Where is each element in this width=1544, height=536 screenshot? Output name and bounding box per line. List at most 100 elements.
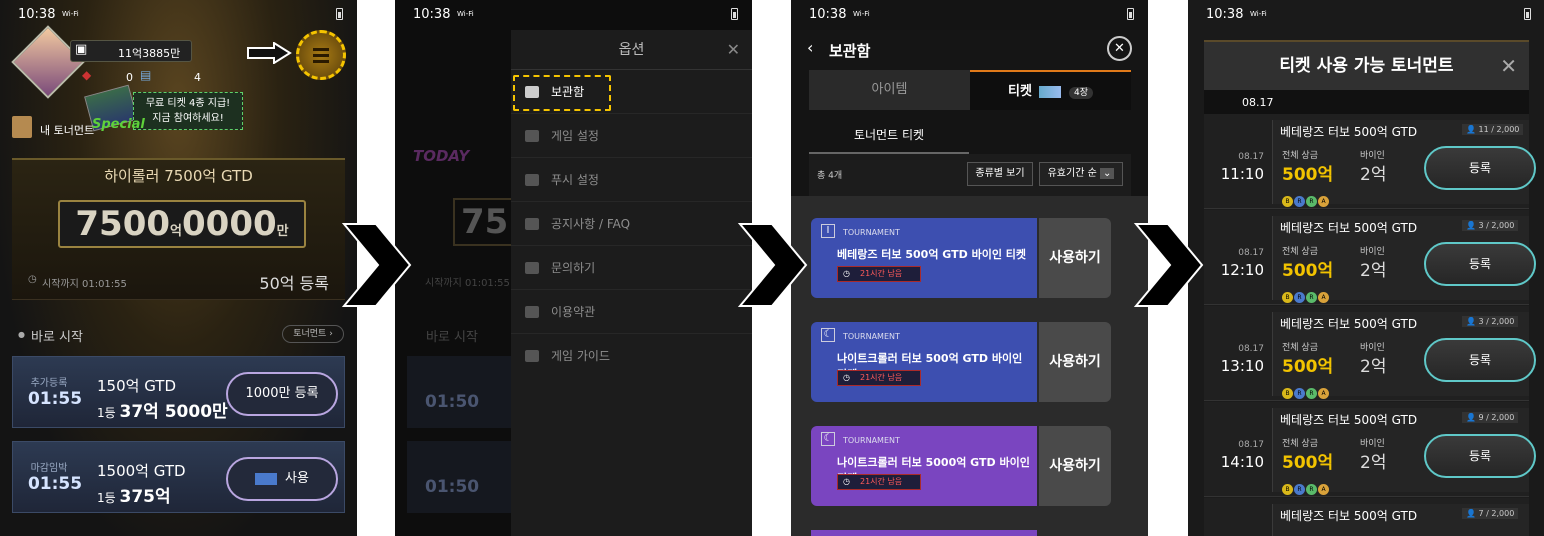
row-date: 08.17 — [1238, 440, 1264, 450]
option-push-settings[interactable]: 푸시 설정 — [511, 158, 752, 202]
moon-icon: ☾ — [821, 432, 835, 446]
wifi-label: Wi-Fi — [62, 10, 79, 18]
badge-icon: R — [1306, 196, 1317, 207]
card1-first-pre: 1등 — [97, 406, 116, 420]
moon-icon: ☾ — [821, 328, 835, 342]
chevron-right-icon — [341, 223, 412, 307]
entry-button[interactable]: 50억 등록 — [259, 270, 329, 294]
use-ticket-button[interactable]: 사용하기 — [1039, 426, 1111, 506]
status-time: 10:38 — [18, 7, 56, 22]
buyin-value: 2억 — [1360, 165, 1387, 185]
register-button[interactable]: 등록 — [1424, 434, 1536, 478]
card1-time: 01:55 — [27, 389, 83, 409]
battery-icon — [1524, 8, 1531, 20]
option-inquiry[interactable]: 문의하기 — [511, 246, 752, 290]
options-header: 옵션 ✕ — [511, 30, 752, 70]
row-name: 베테랑즈 터보 500억 GTD — [1280, 413, 1418, 427]
bg-quick-start: 바로 시작 — [426, 330, 478, 345]
player-count-text: 3 / 2,000 — [1478, 221, 1515, 230]
player-count-text: 11 / 2,000 — [1478, 125, 1520, 134]
option-notice-faq[interactable]: 공지사항 / FAQ — [511, 202, 752, 246]
card1-status: 추가등록 — [30, 378, 68, 389]
close-icon[interactable]: ✕ — [1107, 36, 1132, 61]
tournament-link-label: 토너먼트 — [293, 329, 327, 339]
money-value: 11억3885만 — [118, 47, 181, 60]
badge-icon: B — [1282, 388, 1293, 399]
card1-register-button[interactable]: 1000만 등록 — [226, 372, 338, 416]
tab-tickets[interactable]: 티켓 4장 — [970, 70, 1131, 110]
avatar[interactable] — [11, 25, 85, 99]
badges: BRRA — [1282, 284, 1330, 303]
quick-card-2[interactable]: 마감임박 01:55 1500억 GTD 1등 375억 사용 — [12, 441, 345, 513]
row-name: 베테랑즈 터보 500억 GTD — [1280, 125, 1418, 139]
tournament-icon: I — [821, 224, 835, 238]
battery-icon — [1127, 8, 1134, 20]
menu-button[interactable] — [296, 30, 346, 80]
megaphone-icon — [525, 218, 539, 230]
back-icon[interactable]: ‹ — [807, 38, 813, 57]
option-label: 문의하기 — [551, 261, 596, 275]
use-ticket-button[interactable]: 사용하기 — [1039, 218, 1111, 298]
close-icon[interactable]: ✕ — [727, 30, 740, 70]
player-count-text: 9 / 2,000 — [1478, 413, 1515, 422]
tournament-row[interactable]: 08.17 11:10 베테랑즈 터보 500억 GTD 👤 11 / 2,00… — [1204, 114, 1536, 209]
badge-icon: R — [1294, 388, 1305, 399]
close-icon[interactable]: ✕ — [1500, 42, 1517, 90]
badge-icon: A — [1318, 484, 1329, 495]
card2-gtd: 1500억 GTD — [97, 462, 186, 480]
status-time: 10:38 — [809, 7, 847, 22]
featured-tournament-card[interactable]: 하이롤러 7500억 GTD 7500억0000만 ◷ 시작까지 01:01:5… — [12, 158, 345, 300]
option-terms[interactable]: 이용약관 — [511, 290, 752, 334]
row-name: 베테랑즈 터보 500억 GTD — [1280, 509, 1418, 523]
my-tournament-label[interactable]: 내 토너먼트 — [40, 122, 94, 138]
ticket-item-2[interactable]: ☾ TOURNAMENT 나이트크롤러 터보 500억 GTD 바이인 티켓 2… — [811, 322, 1111, 402]
count-b: 4 — [194, 71, 201, 84]
chevron-down-icon: ⌄ — [1099, 168, 1115, 179]
ticket-item-1[interactable]: I TOURNAMENT 베테랑즈 터보 500억 GTD 바이인 티켓 21시… — [811, 218, 1111, 298]
gear-icon — [525, 130, 539, 142]
ticket-type: TOURNAMENT — [843, 228, 900, 237]
view-by-type-button[interactable]: 종류별 보기 — [967, 162, 1033, 186]
unit-b: 만 — [276, 224, 289, 239]
option-storage[interactable]: 보관함 — [511, 70, 752, 114]
panel-title: 티켓 사용 가능 토너먼트 — [1279, 56, 1454, 76]
row-date: 08.17 — [1238, 344, 1264, 354]
option-label: 게임 가이드 — [551, 349, 611, 363]
tab-items[interactable]: 아이템 — [809, 70, 970, 110]
option-label: 이용약관 — [551, 305, 596, 319]
tournament-row[interactable]: 08.17 13:10 베테랑즈 터보 500억 GTD 👤 3 / 2,000… — [1204, 306, 1536, 401]
option-game-settings[interactable]: 게임 설정 — [511, 114, 752, 158]
sort-select[interactable]: 유효기간 순 ⌄ — [1039, 162, 1123, 186]
clock-icon: ◷ — [843, 477, 850, 486]
sort-label: 유효기간 순 — [1047, 168, 1097, 179]
card2-use-button[interactable]: 사용 — [226, 457, 338, 501]
bullet-icon: ● — [18, 330, 25, 339]
tournament-row[interactable]: 08.17 14:10 베테랑즈 터보 500억 GTD 👤 9 / 2,000… — [1204, 402, 1536, 497]
storage-tabs: 아이템 티켓 4장 — [809, 70, 1131, 110]
tournament-row[interactable]: 08.17 12:10 베테랑즈 터보 500억 GTD 👤 3 / 2,000… — [1204, 210, 1536, 305]
quick-card-1[interactable]: 추가등록 01:55 150억 GTD 1등 37억 5000만 1000만 등… — [12, 356, 345, 428]
tournament-link-button[interactable]: 토너먼트 › — [282, 325, 344, 343]
filter-bar: 총 4개 종류별 보기 유효기간 순 ⌄ — [809, 154, 1131, 196]
screen-lobby: 10:38 Wi-Fi ▣ 11억3885만 ◆ 0 ▤ 4 무료 티켓 4종 … — [0, 0, 357, 536]
option-game-guide[interactable]: 게임 가이드 — [511, 334, 752, 378]
use-ticket-button[interactable]: 사용하기 — [1039, 322, 1111, 402]
register-button[interactable]: 등록 — [1424, 146, 1536, 190]
options-title: 옵션 — [618, 42, 645, 58]
promo-line1: 무료 티켓 4종 지급! — [145, 98, 231, 109]
screen-eligible-tournaments: 10:38 Wi-Fi 티켓 사용 가능 토너먼트 ✕ 08.17 08.17 … — [1188, 0, 1544, 536]
register-button[interactable]: 등록 — [1424, 338, 1536, 382]
register-button[interactable]: 등록 — [1424, 242, 1536, 286]
subtab-tournament-ticket[interactable]: 토너먼트 티켓 — [809, 118, 969, 154]
player-count: 👤 3 / 2,000 — [1462, 316, 1519, 327]
badges: BRRA — [1282, 188, 1330, 207]
count-a: 0 — [126, 71, 133, 84]
promo-banner[interactable]: 무료 티켓 4종 지급! 지금 참여하세요! — [133, 92, 243, 130]
badge-icon: A — [1318, 292, 1329, 303]
ticket-item-3[interactable]: ☾ TOURNAMENT 나이트크롤러 터보 5000억 GTD 바이인 티켓 … — [811, 426, 1111, 506]
quick-start-label: 바로 시작 — [31, 330, 83, 345]
tournament-row[interactable]: 베테랑즈 터보 500억 GTD 👤 7 / 2,000 — [1204, 498, 1529, 536]
card2-use-label: 사용 — [285, 471, 309, 486]
wifi-label: Wi-Fi — [1250, 10, 1267, 18]
special-label: Special — [92, 117, 145, 132]
